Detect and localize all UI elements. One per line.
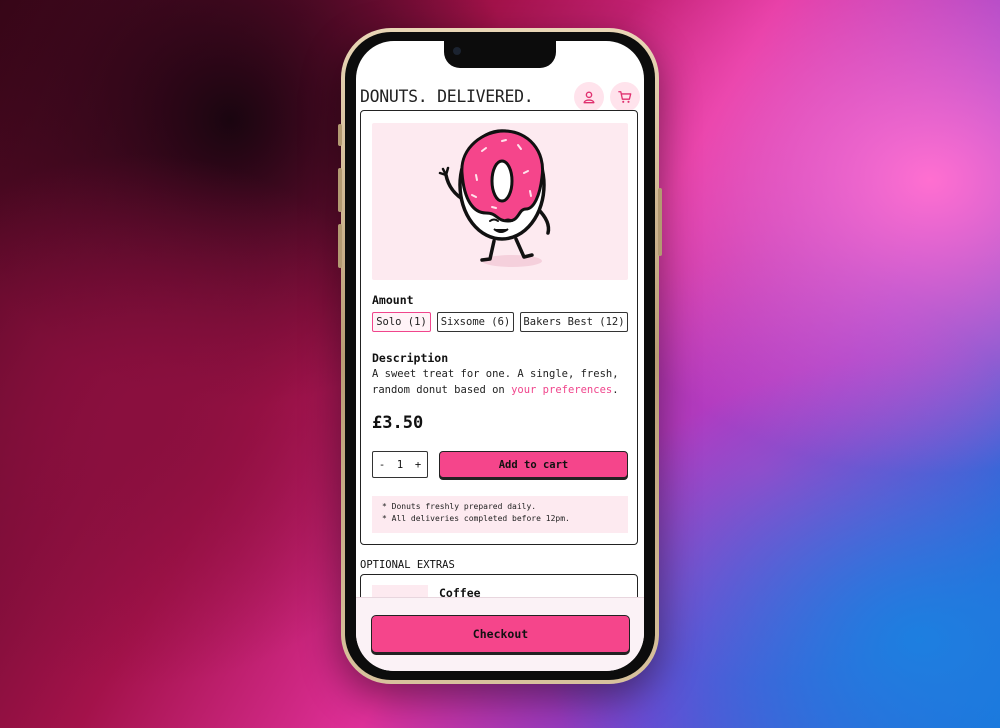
amount-option-sixsome[interactable]: Sixsome (6) — [437, 312, 514, 332]
cart-icon — [618, 91, 632, 103]
preferences-link[interactable]: your preferences — [511, 384, 612, 396]
info-notes: * Donuts freshly prepared daily. * All d… — [372, 496, 628, 533]
notch — [444, 41, 556, 68]
account-button[interactable] — [574, 82, 604, 112]
note-line: * Donuts freshly prepared daily. — [382, 502, 537, 511]
logo[interactable]: DONUTS. DELIVERED. — [360, 87, 534, 106]
description-text: A sweet treat for one. A single, fresh, … — [372, 366, 632, 398]
camera-icon — [453, 47, 461, 55]
increase-button[interactable]: + — [415, 459, 421, 471]
user-icon — [583, 91, 595, 104]
decrease-button[interactable]: - — [379, 459, 385, 471]
checkout-bar: Checkout — [356, 597, 644, 671]
product-image — [372, 123, 628, 280]
add-to-cart-button[interactable]: Add to cart — [439, 451, 628, 478]
amount-option-bakers-best[interactable]: Bakers Best (12) — [520, 312, 628, 332]
phone-screen: DONUTS. DELIVERED. Amount Solo (1) Sixso… — [356, 41, 644, 671]
donut-mascot-illustration — [438, 129, 551, 267]
volume-down-button — [338, 224, 342, 268]
price: £3.50 — [372, 413, 424, 433]
optional-extras-heading: OPTIONAL EXTRAS — [360, 559, 455, 571]
description-period: . — [612, 384, 619, 396]
checkout-button[interactable]: Checkout — [371, 615, 630, 653]
amount-label: Amount — [372, 293, 414, 307]
quantity-stepper: - 1 + — [372, 451, 428, 478]
power-button — [658, 188, 662, 256]
quantity-value: 1 — [396, 458, 404, 471]
mute-switch — [338, 124, 342, 146]
phone-frame: DONUTS. DELIVERED. Amount Solo (1) Sixso… — [338, 28, 662, 684]
description-label: Description — [372, 351, 449, 365]
note-line: * All deliveries completed before 12pm. — [382, 514, 570, 523]
cart-button[interactable] — [610, 82, 640, 112]
amount-option-solo[interactable]: Solo (1) — [372, 312, 431, 332]
product-card: Amount Solo (1) Sixsome (6) Bakers Best … — [360, 110, 638, 545]
volume-up-button — [338, 168, 342, 212]
